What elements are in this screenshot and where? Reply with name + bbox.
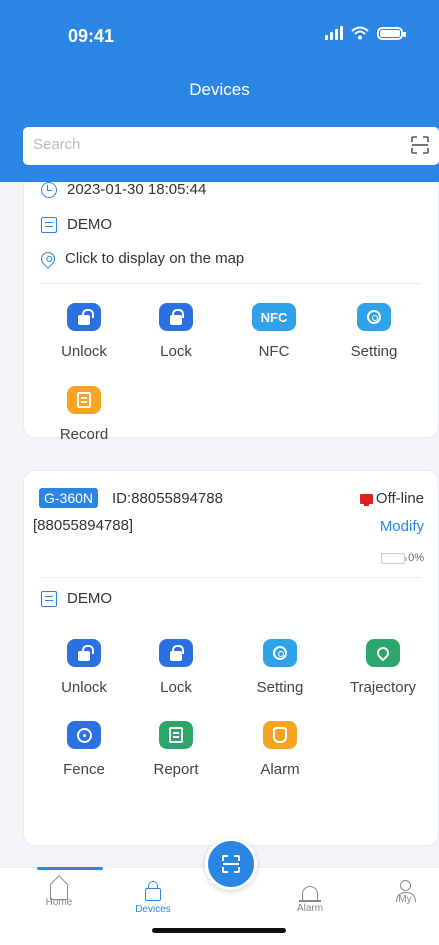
datetime-row: 2023-01-30 18:05:44: [41, 182, 206, 198]
scan-icon[interactable]: [411, 136, 429, 154]
monitor-icon: [359, 493, 373, 506]
unlock-icon: [67, 639, 101, 667]
document-icon: [41, 590, 57, 607]
setting-button[interactable]: Setting: [240, 639, 320, 696]
unlock-button[interactable]: Unlock: [44, 303, 124, 360]
lock-button[interactable]: Lock: [136, 303, 216, 360]
map-link-text[interactable]: Click to display on the map: [65, 250, 244, 267]
report-icon: [159, 721, 193, 749]
fence-button[interactable]: Fence: [44, 721, 124, 778]
tab-devices[interactable]: Devices: [123, 880, 183, 915]
status-time: 09:41: [68, 26, 115, 46]
page-title: Devices: [189, 80, 250, 99]
search-bar[interactable]: Search: [23, 127, 439, 165]
gear-icon: [263, 639, 297, 667]
app-header: 09:41 Devices Search: [0, 0, 439, 182]
device-group: DEMO: [67, 590, 112, 607]
setting-button[interactable]: Setting: [334, 303, 414, 360]
gear-icon: [357, 303, 391, 331]
group-row: DEMO: [41, 216, 112, 233]
status-bar: 09:41: [0, 0, 439, 70]
signal-icon: [325, 26, 343, 40]
nfc-icon: NFC: [252, 303, 296, 331]
document-icon: [41, 216, 57, 233]
battery-icon: [381, 552, 408, 564]
nfc-button[interactable]: NFC NFC: [234, 303, 314, 360]
search-input[interactable]: Search: [33, 136, 81, 153]
device-code: [88055894788]: [33, 517, 134, 534]
trajectory-button[interactable]: Trajectory: [333, 639, 433, 696]
fence-icon: [67, 721, 101, 749]
lock-icon: [145, 881, 161, 901]
alarm-button[interactable]: Alarm: [240, 721, 320, 778]
lock-label: Lock: [160, 679, 192, 696]
clock-icon: [41, 182, 57, 198]
unlock-icon: [67, 303, 101, 331]
scan-button[interactable]: [205, 838, 257, 890]
lock-label: Lock: [160, 343, 192, 360]
divider: [41, 283, 421, 284]
tab-my[interactable]: My: [375, 880, 435, 905]
device-group: DEMO: [67, 216, 112, 233]
lock-button[interactable]: Lock: [136, 639, 216, 696]
lock-icon: [159, 639, 193, 667]
home-icon: [50, 886, 68, 900]
unlock-label: Unlock: [61, 679, 107, 696]
user-icon: [395, 880, 416, 902]
device-card: G-360N ID:88055894788 Off-line [88055894…: [23, 470, 439, 846]
fence-label: Fence: [63, 761, 105, 778]
tab-home[interactable]: Home: [29, 880, 89, 908]
tab-indicator: [37, 867, 103, 870]
tab-alarm-label: Alarm: [296, 903, 324, 914]
device-list[interactable]: 2023-01-30 18:05:44 DEMO Click to displa…: [0, 182, 439, 867]
device-card: 2023-01-30 18:05:44 DEMO Click to displa…: [23, 182, 439, 443]
scan-icon: [222, 855, 240, 873]
status-icons: [325, 26, 406, 40]
tab-alarm[interactable]: Alarm: [280, 880, 340, 914]
lock-icon: [159, 303, 193, 331]
report-button[interactable]: Report: [136, 721, 216, 778]
device-id: ID:88055894788: [112, 490, 223, 507]
device-datetime: 2023-01-30 18:05:44: [67, 182, 207, 198]
map-link[interactable]: Click to display on the map: [38, 248, 244, 269]
nfc-label: NFC: [258, 343, 290, 360]
divider: [41, 577, 421, 578]
report-label: Report: [153, 761, 199, 778]
battery-level: 0%: [381, 552, 424, 564]
alarm-light-icon: [299, 886, 321, 902]
location-pin-icon: [38, 248, 58, 269]
battery-icon: [377, 26, 406, 40]
status-text: Off-line: [375, 490, 424, 507]
model-badge: G-360N: [39, 488, 99, 508]
battery-percent: 0%: [408, 552, 424, 564]
unlock-label: Unlock: [61, 343, 107, 360]
wifi-icon: [351, 26, 369, 40]
record-button[interactable]: Record: [44, 386, 124, 443]
tab-devices-label: Devices: [135, 904, 171, 915]
home-indicator: [152, 928, 286, 933]
unlock-button[interactable]: Unlock: [44, 639, 124, 696]
record-label: Record: [59, 426, 109, 443]
record-icon: [67, 386, 101, 414]
setting-label: Setting: [350, 343, 398, 360]
group-row: DEMO: [41, 590, 112, 607]
modify-link[interactable]: Modify: [380, 518, 424, 535]
trajectory-label: Trajectory: [349, 679, 417, 696]
status-badge: Off-line: [359, 490, 424, 507]
alarm-icon: [263, 721, 297, 749]
setting-label: Setting: [256, 679, 304, 696]
alarm-label: Alarm: [260, 761, 300, 778]
trajectory-icon: [366, 639, 400, 667]
